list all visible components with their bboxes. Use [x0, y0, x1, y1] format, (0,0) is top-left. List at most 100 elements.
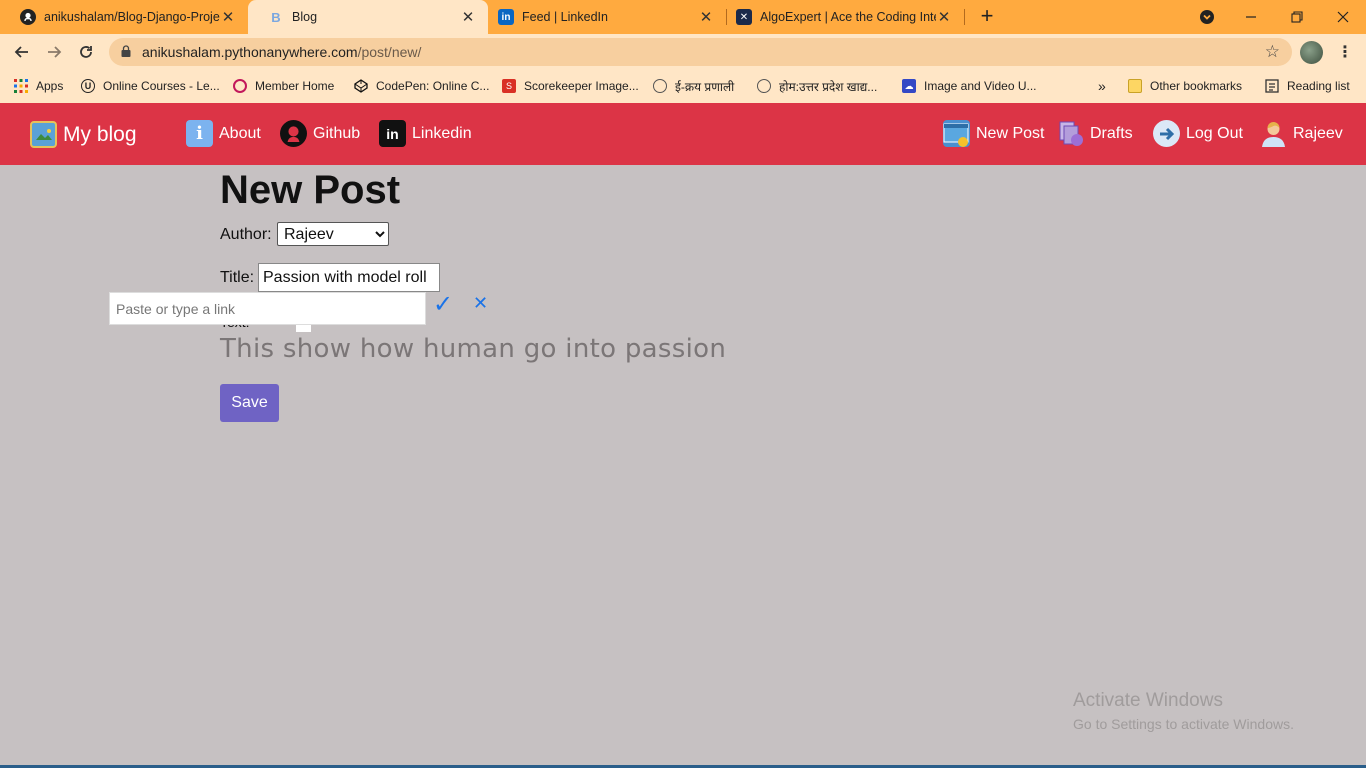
bookmark-label: Scorekeeper Image...	[524, 79, 639, 93]
nav-about[interactable]: i About	[186, 120, 261, 147]
emblem-icon	[653, 79, 667, 93]
bookmark-ekray[interactable]: ई-क्रय प्रणाली	[653, 76, 734, 96]
bookmark-label: Image and Video U...	[924, 79, 1037, 93]
back-button[interactable]	[9, 40, 35, 64]
cancel-link-icon[interactable]: ✕	[473, 293, 488, 314]
nav-drafts[interactable]: Drafts	[1057, 120, 1133, 147]
bookmark-other[interactable]: Other bookmarks	[1128, 76, 1242, 96]
bookmarks-bar: Apps U Online Courses - Le... Member Hom…	[0, 70, 1366, 103]
close-tab-icon[interactable]: ✕	[936, 8, 952, 26]
new-post-icon	[943, 120, 970, 147]
tab-blog[interactable]: B Blog ✕	[248, 0, 488, 34]
algoexpert-icon: ✕	[736, 9, 752, 25]
save-button[interactable]: Save	[220, 384, 279, 422]
bookmark-label: CodePen: Online C...	[376, 79, 490, 93]
restore-icon	[1291, 11, 1303, 23]
address-bar[interactable]: anikushalam.pythonanywhere.com/post/new/…	[109, 38, 1292, 66]
reload-button[interactable]	[73, 40, 99, 64]
url-host: anikushalam.pythonanywhere.com	[142, 44, 358, 60]
url-text: anikushalam.pythonanywhere.com/post/new/	[142, 44, 421, 60]
reading-list[interactable]: Reading list	[1265, 76, 1350, 96]
bookmark-online-courses[interactable]: U Online Courses - Le...	[81, 76, 220, 96]
chevron-down-icon	[1200, 10, 1214, 24]
tab-title: Blog	[292, 10, 318, 24]
bookmark-up-khadya[interactable]: होम:उत्तर प्रदेश खाद्य...	[757, 76, 877, 96]
bookmark-label: होम:उत्तर प्रदेश खाद्य...	[779, 79, 878, 94]
udemy-icon: U	[81, 79, 95, 93]
blog-favicon: B	[271, 9, 281, 25]
tab-title: anikushalam/Blog-Django-Project	[44, 10, 220, 24]
bookmark-scorekeeper[interactable]: S Scorekeeper Image...	[502, 76, 639, 96]
linkedin-icon: in	[498, 9, 514, 25]
nav-logout[interactable]: Log Out	[1153, 120, 1243, 147]
close-tab-icon[interactable]: ✕	[460, 8, 476, 26]
github-icon	[20, 9, 36, 25]
title-input[interactable]	[258, 263, 440, 292]
tab-search-button[interactable]	[1184, 0, 1230, 34]
url-path: /post/new/	[357, 44, 422, 60]
member-icon	[233, 79, 247, 93]
back-arrow-icon	[14, 46, 28, 58]
logout-icon	[1153, 120, 1180, 147]
nav-new-post-label: New Post	[976, 124, 1045, 142]
bookmark-member-home[interactable]: Member Home	[233, 76, 334, 96]
overflow-chevron-icon: »	[1098, 78, 1106, 94]
minimize-icon	[1246, 16, 1256, 18]
tab-algoexpert[interactable]: ✕ AlgoExpert | Ace the Coding Interview …	[716, 0, 964, 34]
bookmarks-overflow[interactable]: »	[1098, 76, 1106, 96]
brand-link[interactable]: My blog	[30, 121, 137, 148]
drafts-icon	[1057, 120, 1084, 147]
bookmark-label: Online Courses - Le...	[103, 79, 220, 93]
minimize-button[interactable]	[1228, 0, 1274, 34]
restore-button[interactable]	[1274, 0, 1320, 34]
codepen-icon	[354, 79, 368, 93]
tab-title: Feed | LinkedIn	[522, 10, 608, 24]
site-navbar: My blog i About Github in Linkedin New P…	[0, 103, 1366, 165]
nav-linkedin[interactable]: in Linkedin	[379, 120, 472, 147]
cloud-icon: ☁	[902, 79, 916, 93]
watermark-subtitle: Go to Settings to activate Windows.	[1073, 716, 1294, 732]
bookmark-label: ई-क्रय प्रणाली	[675, 79, 735, 94]
forward-button[interactable]	[41, 40, 67, 64]
close-tab-icon[interactable]: ✕	[220, 8, 236, 26]
bookmark-apps[interactable]: Apps	[14, 76, 63, 96]
bookmark-star-icon[interactable]: ☆	[1265, 42, 1280, 62]
lock-icon	[121, 45, 131, 57]
bookmark-codepen[interactable]: CodePen: Online C...	[354, 76, 489, 96]
close-icon	[1337, 11, 1349, 23]
info-icon: i	[186, 120, 213, 147]
nav-about-label: About	[219, 124, 261, 142]
confirm-link-icon[interactable]: ✓	[433, 290, 453, 319]
title-label: Title:	[220, 269, 255, 286]
browser-menu-icon[interactable]: ⋮	[1337, 42, 1353, 62]
github-icon	[280, 120, 307, 147]
nav-user[interactable]: Rajeev	[1260, 120, 1343, 147]
profile-avatar[interactable]	[1300, 41, 1323, 64]
blog-logo-icon	[30, 121, 57, 148]
link-input[interactable]	[110, 293, 425, 324]
close-tab-icon[interactable]: ✕	[698, 8, 714, 26]
nav-github-label: Github	[313, 124, 361, 142]
browser-tabstrip: anikushalam/Blog-Django-Project ✕ B Blog…	[0, 0, 1366, 34]
bookmark-image-video[interactable]: ☁ Image and Video U...	[902, 76, 1037, 96]
tab-github[interactable]: anikushalam/Blog-Django-Project ✕	[0, 0, 248, 34]
author-select[interactable]: Rajeev	[277, 222, 389, 246]
post-body-editor[interactable]: This show how human go into passion	[220, 334, 726, 364]
brand-title: My blog	[63, 122, 137, 146]
author-label: Author:	[220, 226, 272, 243]
close-window-button[interactable]	[1320, 0, 1366, 34]
nav-linkedin-label: Linkedin	[412, 124, 472, 142]
link-tooltip	[109, 292, 426, 325]
bookmark-label: Reading list	[1287, 79, 1350, 93]
user-avatar-icon	[1260, 120, 1287, 147]
tab-linkedin[interactable]: in Feed | LinkedIn ✕	[478, 0, 726, 34]
new-tab-button[interactable]: +	[976, 5, 998, 27]
nav-new-post[interactable]: New Post	[943, 120, 1044, 147]
watermark-title: Activate Windows	[1073, 690, 1223, 711]
tab-separator	[964, 9, 965, 25]
folder-icon	[1128, 79, 1142, 93]
nav-user-label: Rajeev	[1293, 124, 1343, 142]
bookmark-label: Member Home	[255, 79, 335, 93]
nav-github[interactable]: Github	[280, 120, 360, 147]
forward-arrow-icon	[48, 46, 62, 58]
